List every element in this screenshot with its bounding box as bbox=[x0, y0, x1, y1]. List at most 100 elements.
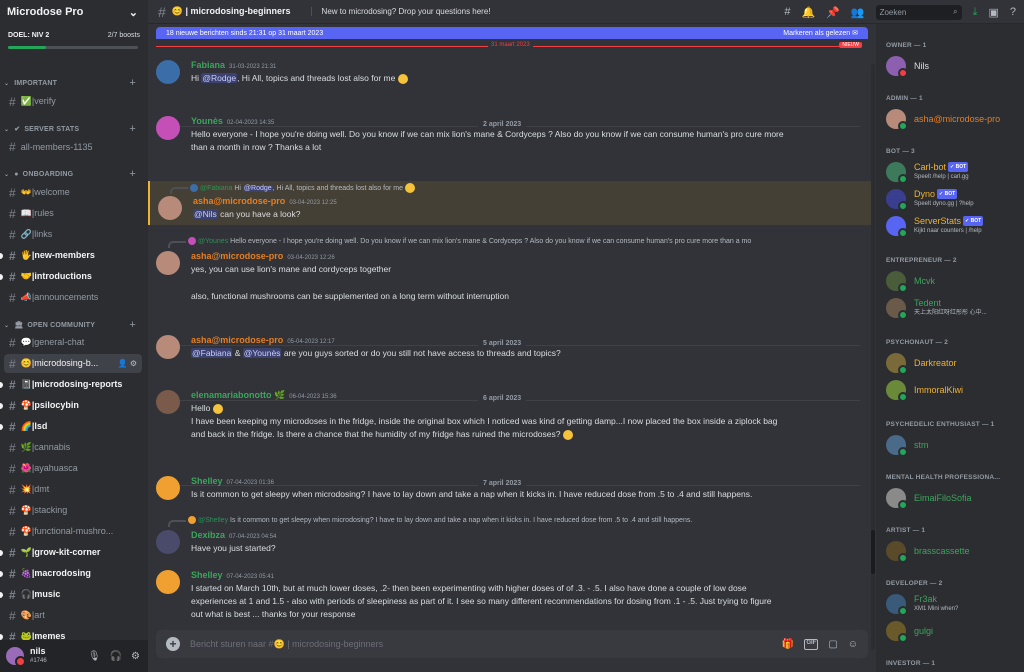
message-author[interactable]: asha@microdose-pro 03-04-2023 12:25 bbox=[193, 196, 337, 206]
channel-item[interactable]: # 🤝|introductions bbox=[0, 267, 142, 286]
gear-icon[interactable]: ⚙ bbox=[131, 651, 140, 662]
server-header[interactable]: Microdose Pro ⌄ bbox=[0, 0, 148, 24]
invite-icon[interactable]: 👤 bbox=[118, 359, 128, 368]
member-item[interactable]: stm bbox=[886, 433, 1022, 457]
reply-preview[interactable]: @Younès Hello everyone - I hope you're d… bbox=[188, 237, 858, 245]
sticker-icon[interactable]: ▢ bbox=[828, 639, 837, 650]
reply-preview[interactable]: @Fabiana Hi @Rodge, Hi All, topics and t… bbox=[190, 183, 860, 193]
mark-as-read-button[interactable]: Markeren als gelezen ✉ bbox=[783, 29, 858, 37]
channel-item[interactable]: # 🌿|cannabis bbox=[4, 438, 142, 457]
help-icon[interactable]: ? bbox=[1010, 6, 1016, 18]
reply-preview[interactable]: @Shelley Is it common to get sleepy when… bbox=[188, 516, 858, 524]
channel-category[interactable]: ⌄ ● ONBOARDING + bbox=[0, 167, 148, 181]
gif-button[interactable]: GIF bbox=[804, 638, 819, 650]
message[interactable]: Shelley 07-04-2023 01:36 Is it common to … bbox=[148, 474, 872, 504]
channel-category[interactable]: ⌄ 🏛 OPEN COMMUNITY + bbox=[0, 318, 148, 332]
channel-item[interactable]: # 🍄|stacking bbox=[4, 501, 142, 520]
message[interactable]: Shelley 07-04-2023 05:41 I started on Mar… bbox=[148, 568, 872, 628]
member-item[interactable]: Nils bbox=[886, 54, 1022, 78]
member-item[interactable]: ImmoralKiwi bbox=[886, 378, 1022, 402]
channel-item[interactable]: # 🎧|music bbox=[0, 585, 142, 604]
avatar[interactable] bbox=[6, 647, 26, 667]
add-channel-icon[interactable]: + bbox=[129, 123, 136, 135]
channel-topic[interactable]: New to microdosing? Drop your questions … bbox=[310, 7, 491, 16]
boost-goal[interactable]: DOEL: NIV 2 2/7 boosts bbox=[0, 24, 148, 46]
channel-item[interactable]: # 🍄|psilocybin bbox=[0, 396, 142, 415]
mention[interactable]: @Younès bbox=[242, 348, 282, 358]
mention[interactable]: @Nils bbox=[193, 209, 218, 219]
add-channel-icon[interactable]: + bbox=[129, 168, 136, 180]
avatar[interactable] bbox=[156, 60, 180, 84]
message[interactable]: @Younès Hello everyone - I hope you're d… bbox=[148, 235, 872, 307]
members-icon[interactable]: 👥 bbox=[851, 6, 865, 19]
avatar[interactable] bbox=[156, 476, 180, 500]
message-author[interactable]: asha@microdose-pro 05-04-2023 12:17 bbox=[191, 335, 335, 345]
message-author[interactable]: elenamariabonotto 🌿 06-04-2023 15:36 bbox=[191, 390, 337, 401]
channel-item[interactable]: # all-members-1135 bbox=[4, 137, 142, 156]
channel-item[interactable]: # 🌈|lsd bbox=[0, 417, 142, 436]
member-item[interactable]: Tedent 天上太阳红呀红彤彤 心中... bbox=[886, 296, 1022, 320]
message[interactable]: elenamariabonotto 🌿 06-04-2023 15:36 Hell… bbox=[148, 388, 872, 448]
message-author[interactable]: Younès 02-04-2023 14:35 bbox=[191, 116, 274, 126]
message-author[interactable]: Shelley 07-04-2023 01:36 bbox=[191, 476, 274, 486]
member-item[interactable]: Mcvk bbox=[886, 269, 1022, 293]
bell-icon[interactable]: 🔔 bbox=[801, 6, 815, 19]
channel-category[interactable]: ⌄ IMPORTANT + bbox=[0, 76, 148, 90]
gear-icon[interactable]: ⚙ bbox=[130, 359, 137, 368]
member-item[interactable]: ServerStats ✓ BOT Kijkt naar counters | /h… bbox=[886, 214, 1022, 238]
member-item[interactable]: Darkreator bbox=[886, 351, 1022, 375]
message-composer[interactable]: + Bericht sturen naar #😊 | microdosing-b… bbox=[156, 630, 868, 658]
message-highlighted[interactable]: @Fabiana Hi @Rodge, Hi All, topics and t… bbox=[148, 181, 872, 225]
avatar[interactable] bbox=[156, 335, 180, 359]
add-attachment-button[interactable]: + bbox=[166, 637, 180, 651]
channel-category[interactable]: ⌄ ✔ SERVER STATS + bbox=[0, 122, 148, 136]
channel-item[interactable]: # 🔗|links bbox=[4, 225, 142, 244]
avatar[interactable] bbox=[156, 530, 180, 554]
channel-item[interactable]: # 😊|microdosing-b... 👤 ⚙ bbox=[4, 354, 142, 373]
message-author[interactable]: Dexibza 07-04-2023 04:54 bbox=[191, 530, 276, 540]
member-item[interactable]: Dyno ✓ BOT Speelt dyno.gg | ?help bbox=[886, 187, 1022, 211]
headphones-icon[interactable]: 🎧 bbox=[110, 651, 122, 662]
member-item[interactable]: EimaiFiloSofia bbox=[886, 486, 1022, 510]
avatar[interactable] bbox=[156, 116, 180, 140]
mention[interactable]: @Rodge bbox=[201, 73, 238, 83]
channel-item[interactable]: # 🌺|ayahuasca bbox=[4, 459, 142, 478]
download-icon[interactable]: ⤓ bbox=[973, 6, 978, 19]
message[interactable]: @Shelley Is it common to get sleepy when… bbox=[148, 514, 872, 558]
channel-item[interactable]: # 🌱|grow-kit-corner bbox=[0, 543, 142, 562]
mention[interactable]: @Fabiana bbox=[191, 348, 233, 358]
channel-item[interactable]: # 🎨|art bbox=[4, 606, 142, 625]
channel-item[interactable]: # ✅|verify bbox=[4, 92, 142, 111]
avatar[interactable] bbox=[156, 570, 180, 594]
channel-item[interactable]: # 🍄|functional-mushro... bbox=[4, 522, 142, 541]
channel-item[interactable]: # 🍇|macrodosing bbox=[0, 564, 142, 583]
inbox-icon[interactable]: ▣ bbox=[988, 6, 998, 19]
avatar[interactable] bbox=[156, 390, 180, 414]
message-author[interactable]: asha@microdose-pro 03-04-2023 12:26 bbox=[191, 251, 335, 261]
member-item[interactable]: Carl-bot ✓ BOT Speelt /help | carl.gg bbox=[886, 160, 1022, 184]
add-channel-icon[interactable]: + bbox=[129, 319, 136, 331]
channel-item[interactable]: # 💥|dmt bbox=[4, 480, 142, 499]
scrollbar[interactable] bbox=[871, 64, 875, 650]
member-item[interactable]: Fr3ak XM1 Mini when? bbox=[886, 592, 1022, 616]
gift-icon[interactable]: 🎁 bbox=[782, 639, 794, 650]
member-item[interactable]: asha@microdose-pro bbox=[886, 107, 1022, 131]
member-item[interactable]: gulgi bbox=[886, 619, 1022, 643]
channel-item[interactable]: # 📣|announcements bbox=[4, 288, 142, 307]
avatar[interactable] bbox=[158, 196, 182, 220]
emoji-picker-icon[interactable]: ☺ bbox=[848, 639, 858, 650]
avatar[interactable] bbox=[156, 251, 180, 275]
message-author[interactable]: Fabiana 31-03-2023 21:31 bbox=[191, 60, 276, 70]
channel-item[interactable]: # 📖|rules bbox=[4, 204, 142, 223]
new-messages-bar[interactable]: 18 nieuwe berichten sinds 21:31 op 31 ma… bbox=[156, 27, 868, 39]
microphone-icon[interactable]: 🎙 bbox=[88, 651, 101, 662]
channel-item[interactable]: # 🖐|new-members bbox=[0, 246, 142, 265]
message[interactable]: Younès 02-04-2023 14:35 Hello everyone - … bbox=[148, 114, 872, 158]
message[interactable]: asha@microdose-pro 05-04-2023 12:17 @Fabi… bbox=[148, 333, 872, 363]
message-author[interactable]: Shelley 07-04-2023 05:41 bbox=[191, 570, 274, 580]
message[interactable]: Fabiana 31-03-2023 21:31 Hi @Rodge, Hi Al… bbox=[148, 58, 872, 90]
channel-item[interactable]: # 📓|microdosing-reports bbox=[0, 375, 142, 394]
search-input[interactable]: Zoeken ⌕ bbox=[875, 4, 962, 20]
channel-item[interactable]: # 👐|welcome bbox=[4, 183, 142, 202]
member-item[interactable]: brasscassette bbox=[886, 539, 1022, 563]
